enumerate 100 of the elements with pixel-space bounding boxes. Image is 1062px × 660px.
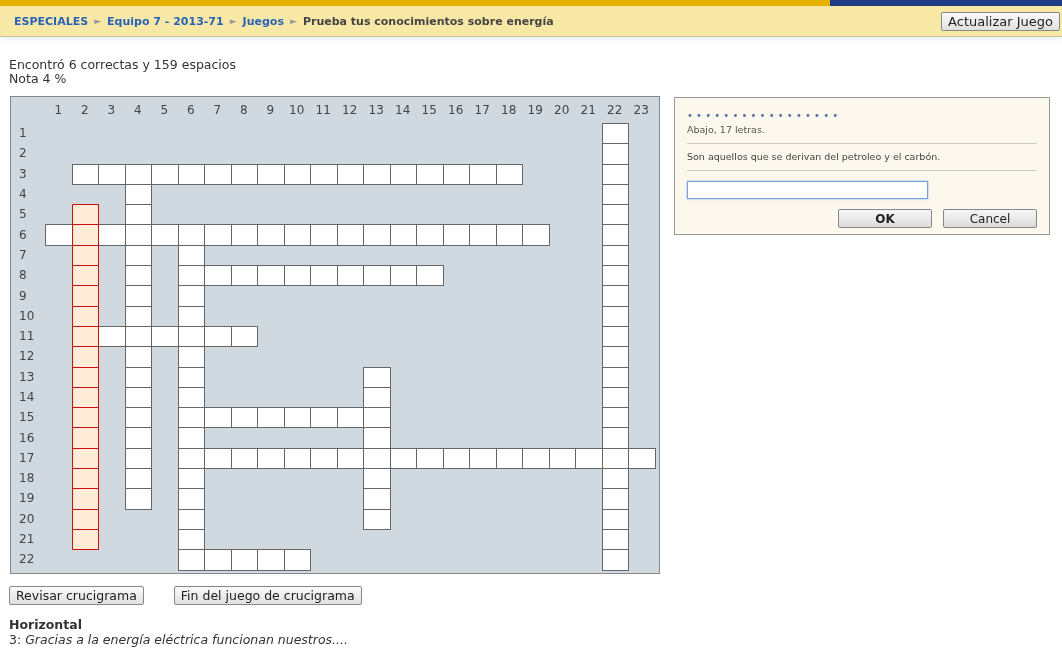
crossword-cell[interactable] [257, 549, 285, 571]
crossword-cell[interactable] [124, 163, 152, 185]
crossword-cell[interactable] [204, 549, 232, 571]
crossword-cell[interactable] [230, 163, 258, 185]
crossword-cell[interactable] [336, 224, 364, 246]
answer-field[interactable] [687, 181, 928, 199]
crossword-cell[interactable] [336, 163, 364, 185]
crossword-cell[interactable] [71, 427, 99, 449]
crossword-cell[interactable] [416, 224, 444, 246]
crossword-cell[interactable] [177, 163, 205, 185]
crossword-cell[interactable] [416, 163, 444, 185]
crossword-cell[interactable] [124, 488, 152, 510]
crossword-cell[interactable] [601, 163, 629, 185]
crossword-cell[interactable] [71, 508, 99, 530]
crossword-cell[interactable] [442, 163, 470, 185]
crossword-cell[interactable] [177, 528, 205, 551]
crossword-cell[interactable] [98, 325, 126, 348]
crossword-cell[interactable] [389, 163, 417, 185]
crossword-cell[interactable] [177, 224, 205, 246]
crossword-cell[interactable] [71, 285, 99, 307]
crossword-cell[interactable] [522, 224, 550, 246]
crossword-cell[interactable] [442, 224, 470, 246]
crossword-cell[interactable] [601, 488, 629, 510]
crossword-cell[interactable] [495, 163, 523, 185]
crossword-cell[interactable] [389, 265, 417, 287]
breadcrumb-link[interactable]: ESPECIALES [14, 14, 89, 28]
crossword-cell[interactable] [45, 224, 73, 246]
cancel-button[interactable]: Cancel [943, 209, 1037, 228]
crossword-cell[interactable] [469, 163, 497, 185]
crossword-cell[interactable] [363, 224, 391, 246]
crossword-cell[interactable] [601, 427, 629, 449]
crossword-cell[interactable] [71, 204, 99, 226]
crossword-cell[interactable] [71, 366, 99, 388]
crossword-cell[interactable] [336, 447, 364, 470]
ok-button[interactable]: OK [838, 209, 932, 228]
crossword-cell[interactable] [124, 265, 152, 287]
crossword-cell[interactable] [601, 204, 629, 226]
crossword-cell[interactable] [336, 265, 364, 287]
crossword-cell[interactable] [601, 285, 629, 307]
crossword-cell[interactable] [71, 386, 99, 409]
crossword-cell[interactable] [601, 244, 629, 267]
crossword-cell[interactable] [230, 407, 258, 429]
crossword-cell[interactable] [389, 447, 417, 470]
crossword-cell[interactable] [71, 407, 99, 429]
crossword-cell[interactable] [601, 528, 629, 551]
crossword-cell[interactable] [177, 285, 205, 307]
breadcrumb-link[interactable]: Equipo 7 - 2013-71 [107, 14, 224, 28]
crossword-cell[interactable] [310, 163, 338, 185]
crossword-cell[interactable] [257, 447, 285, 470]
crossword-cell[interactable] [177, 468, 205, 490]
crossword-cell[interactable] [124, 468, 152, 490]
crossword-cell[interactable] [601, 468, 629, 490]
crossword-cell[interactable] [177, 305, 205, 327]
crossword-cell[interactable] [230, 325, 258, 348]
crossword-cell[interactable] [230, 447, 258, 470]
crossword-cell[interactable] [151, 325, 179, 348]
crossword-cell[interactable] [469, 447, 497, 470]
crossword-cell[interactable] [601, 549, 629, 571]
crossword-cell[interactable] [71, 265, 99, 287]
crossword-cell[interactable] [495, 447, 523, 470]
crossword-cell[interactable] [124, 386, 152, 409]
crossword-cell[interactable] [601, 143, 629, 165]
crossword-cell[interactable] [71, 305, 99, 327]
crossword-cell[interactable] [601, 508, 629, 530]
crossword-cell[interactable] [601, 183, 629, 206]
crossword-cell[interactable] [416, 447, 444, 470]
crossword-cell[interactable] [177, 427, 205, 449]
crossword-cell[interactable] [310, 224, 338, 246]
crossword-cell[interactable] [124, 447, 152, 470]
crossword-cell[interactable] [601, 366, 629, 388]
crossword-cell[interactable] [310, 265, 338, 287]
crossword-cell[interactable] [601, 346, 629, 368]
crossword-cell[interactable] [177, 386, 205, 409]
crossword-cell[interactable] [363, 468, 391, 490]
crossword-cell[interactable] [204, 407, 232, 429]
crossword-cell[interactable] [336, 407, 364, 429]
check-button[interactable]: Revisar crucigrama [9, 586, 144, 605]
crossword-cell[interactable] [124, 305, 152, 327]
crossword-cell[interactable] [177, 488, 205, 510]
crossword-cell[interactable] [283, 163, 311, 185]
crossword-cell[interactable] [124, 183, 152, 206]
crossword-cell[interactable] [363, 427, 391, 449]
crossword-cell[interactable] [575, 447, 603, 470]
crossword-cell[interactable] [601, 407, 629, 429]
crossword-cell[interactable] [283, 265, 311, 287]
crossword-cell[interactable] [601, 325, 629, 348]
crossword-cell[interactable] [469, 224, 497, 246]
crossword-cell[interactable] [601, 123, 629, 145]
crossword-cell[interactable] [124, 244, 152, 267]
crossword-cell[interactable] [204, 224, 232, 246]
crossword-cell[interactable] [230, 265, 258, 287]
crossword-cell[interactable] [442, 447, 470, 470]
crossword-cell[interactable] [522, 447, 550, 470]
crossword-cell[interactable] [124, 427, 152, 449]
crossword-cell[interactable] [601, 224, 629, 246]
crossword-cell[interactable] [71, 163, 99, 185]
crossword-cell[interactable] [204, 265, 232, 287]
crossword-cell[interactable] [257, 163, 285, 185]
crossword-cell[interactable] [363, 265, 391, 287]
crossword-cell[interactable] [363, 366, 391, 388]
